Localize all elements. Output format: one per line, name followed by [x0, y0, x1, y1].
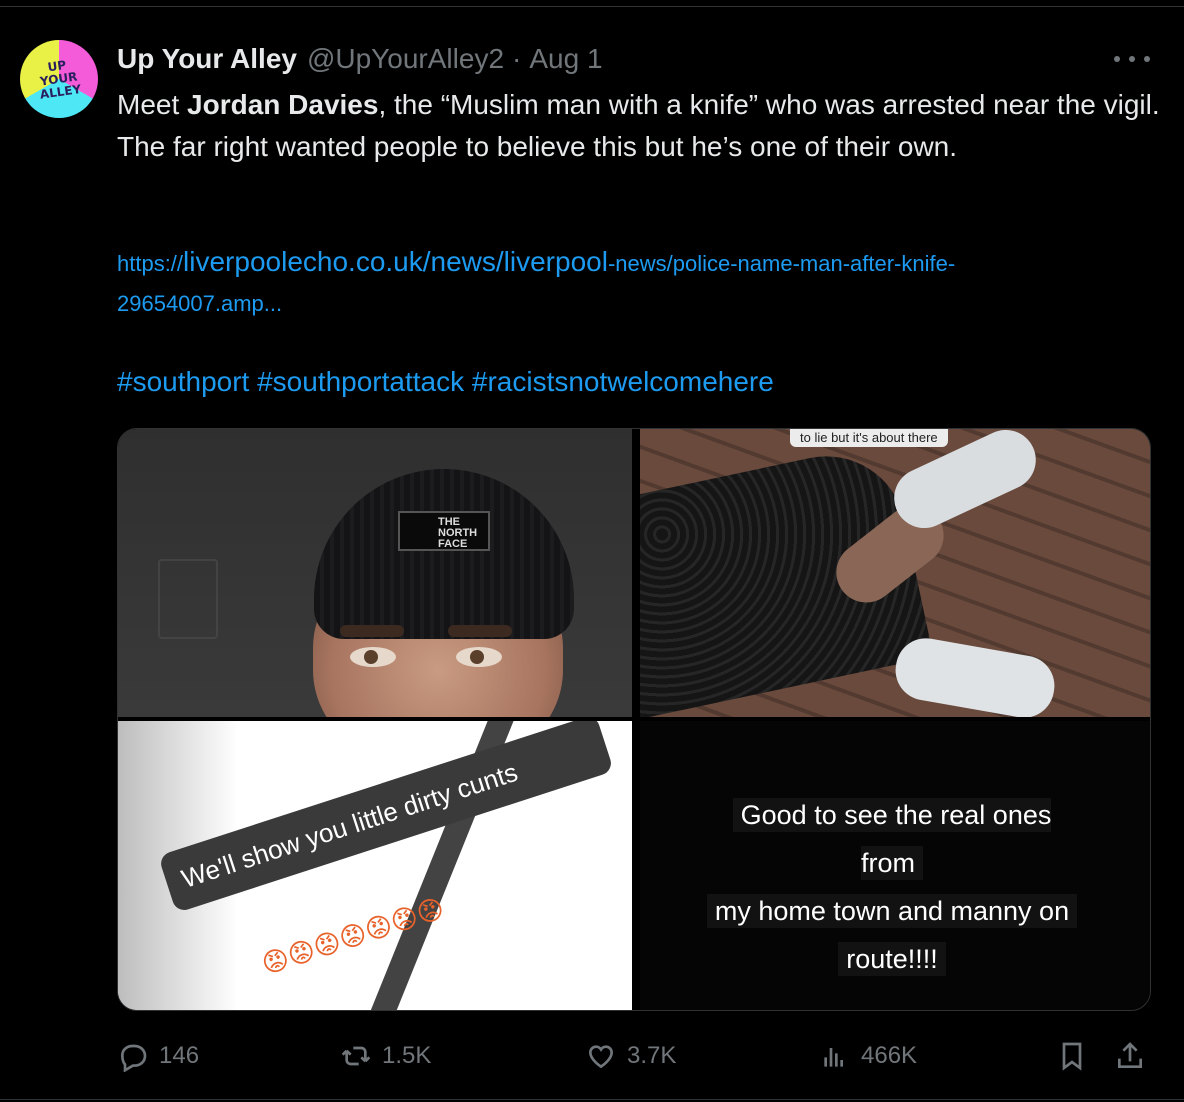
avatar-logo-text: UP YOUR ALLEY	[39, 57, 83, 102]
reply-count: 146	[159, 1042, 200, 1069]
like-count: 3.7K	[627, 1042, 677, 1069]
tweet-text: Meet Jordan Davies, the “Muslim man with…	[117, 89, 1160, 162]
author-handle[interactable]: @UpYourAlley2	[307, 43, 504, 75]
photo-sticker-message[interactable]: We'll show you little dirty cunts 😡😡😡😡😡😡…	[118, 721, 632, 1010]
share-icon	[1118, 1042, 1142, 1068]
photo-text-caption[interactable]: Good to see the real ones from my home t…	[640, 721, 1150, 1010]
media-grid: THE NORTH FACE to lie but it's about the…	[117, 428, 1151, 1011]
beanie-logo: THE NORTH FACE	[398, 511, 490, 551]
separator-dot: ·	[512, 43, 522, 74]
views-count: 466K	[861, 1042, 918, 1069]
photo-beanie-selfie[interactable]: THE NORTH FACE	[118, 429, 632, 717]
tweet-bold-name: Jordan Davies	[187, 89, 379, 120]
retweet-icon	[341, 1046, 371, 1066]
hashtags[interactable]: #southport #southportattack #racistsnotw…	[117, 362, 774, 402]
heart-icon	[588, 1045, 614, 1069]
author-name[interactable]: Up Your Alley	[117, 43, 297, 75]
views-button[interactable]: 466K	[819, 1033, 917, 1079]
article-link[interactable]: https://liverpoolecho.co.uk/news/liverpo…	[117, 242, 1157, 324]
photo-caption-top: to lie but it's about there	[790, 429, 948, 447]
retweet-button[interactable]: 1.5K	[340, 1033, 431, 1079]
more-icon[interactable]	[1114, 48, 1150, 70]
tweet-date[interactable]: Aug 1	[529, 43, 602, 75]
beanie	[314, 469, 574, 639]
photo-legs-sneakers[interactable]: to lie but it's about there	[640, 429, 1150, 717]
caption-text: Good to see the real ones from my home t…	[702, 791, 1082, 983]
avatar[interactable]: UP YOUR ALLEY	[20, 40, 98, 118]
views-icon	[824, 1048, 843, 1067]
like-button[interactable]: 3.7K	[585, 1033, 676, 1079]
top-divider	[0, 6, 1184, 7]
bookmark-icon	[1062, 1042, 1082, 1071]
retweet-count: 1.5K	[382, 1042, 432, 1069]
tweet-header: Up Your Alley @UpYourAlley2 · Aug 1	[117, 42, 603, 76]
share-button[interactable]	[1114, 1033, 1146, 1079]
action-bar: 146 1.5K 3.7K 466K	[0, 1033, 1184, 1079]
reply-icon	[120, 1044, 147, 1072]
reply-button[interactable]: 146	[117, 1033, 199, 1079]
bookmark-button[interactable]	[1056, 1033, 1088, 1079]
bottom-divider	[0, 1099, 1184, 1100]
